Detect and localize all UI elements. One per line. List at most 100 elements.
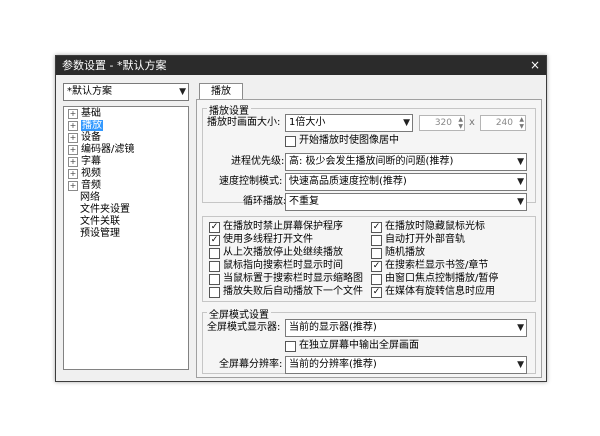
monitor-select[interactable]: 当前的显示器(推荐) ▼ bbox=[285, 319, 527, 337]
expand-icon[interactable]: + bbox=[68, 169, 78, 179]
tree-item-label: 播放 bbox=[81, 120, 103, 131]
tree-item-label: 视频 bbox=[81, 168, 101, 179]
checkbox-box[interactable] bbox=[371, 273, 382, 285]
check-icon[interactable]: ✓ bbox=[371, 260, 382, 272]
check-icon[interactable]: ✓ bbox=[371, 286, 382, 298]
tree-item-label: 音频 bbox=[81, 180, 101, 191]
option-hide-cursor[interactable]: ✓ 在播放时隐藏鼠标光标 bbox=[371, 221, 485, 233]
tree-item-folders[interactable]: 文件夹设置 bbox=[80, 204, 130, 216]
checkbox-box[interactable] bbox=[209, 273, 220, 285]
times-sign: x bbox=[469, 117, 475, 128]
chevron-down-icon: ▼ bbox=[517, 177, 524, 187]
height-value: 240 bbox=[495, 118, 513, 128]
checkbox-box[interactable] bbox=[285, 340, 296, 352]
chevron-down-icon: ▼ bbox=[517, 197, 524, 207]
option-resume-playback[interactable]: 从上次播放停止处继续播放 bbox=[209, 247, 343, 259]
tree-item-label: 预设管理 bbox=[80, 228, 120, 239]
checkbox-label: 由窗口焦点控制播放/暂停 bbox=[385, 273, 499, 284]
expand-icon[interactable]: + bbox=[68, 145, 78, 155]
checkbox-label: 鼠标指向搜索栏时显示时间 bbox=[223, 260, 343, 271]
title-bar[interactable]: 参数设置 - *默认方案 × bbox=[56, 56, 546, 75]
check-icon[interactable]: ✓ bbox=[371, 221, 382, 233]
center-image-checkbox[interactable]: 开始播放时使图像居中 bbox=[285, 135, 399, 147]
window-title: 参数设置 - *默认方案 bbox=[62, 59, 167, 72]
check-icon[interactable]: ✓ bbox=[209, 234, 220, 246]
expand-icon[interactable]: + bbox=[68, 133, 78, 143]
settings-tree[interactable]: + 基础 + 播放 + 设备 + 编码器/滤镜 + 字幕 + 视频 + 音频 网络 文件夹设置… bbox=[63, 106, 189, 370]
playback-group-title: 播放设置 bbox=[207, 102, 251, 117]
tree-item-video[interactable]: + 视频 bbox=[68, 168, 101, 180]
checkbox-label: 在媒体有旋转信息时应用 bbox=[385, 286, 495, 297]
checkbox-box[interactable] bbox=[371, 247, 382, 259]
option-focus-play-pause[interactable]: 由窗口焦点控制播放/暂停 bbox=[371, 273, 498, 285]
priority-label: 进程优先级: bbox=[231, 156, 285, 167]
tree-item-basic[interactable]: + 基础 bbox=[68, 108, 101, 120]
height-input[interactable]: 240 ▲ ▼ bbox=[480, 115, 526, 131]
resolution-select[interactable]: 当前的分辨率(推荐) ▼ bbox=[285, 356, 527, 374]
settings-panel: 播放设置 播放时画面大小: 1倍大小 ▼ 320 ▲ ▼ x 240 ▲ ▼ 开始播… bbox=[196, 99, 542, 378]
width-value: 320 bbox=[434, 118, 452, 128]
tree-item-audio[interactable]: + 音频 bbox=[68, 180, 101, 192]
checkbox-box[interactable] bbox=[209, 260, 220, 272]
check-icon[interactable]: ✓ bbox=[209, 221, 220, 233]
tree-item-subtitles[interactable]: + 字幕 bbox=[68, 156, 101, 168]
settings-window: 参数设置 - *默认方案 × *默认方案 ▼ + 基础 + 播放 + 设备 + 编码器/… bbox=[55, 55, 547, 382]
tree-item-label: 设备 bbox=[81, 132, 101, 143]
monitor-label: 全屏模式显示器: bbox=[207, 322, 281, 333]
checkbox-label: 随机播放 bbox=[385, 247, 425, 258]
spinner-icon[interactable]: ▲ ▼ bbox=[519, 116, 524, 130]
checkbox-label: 从上次播放停止处继续播放 bbox=[223, 247, 343, 258]
checkbox-label: 在播放时隐藏鼠标光标 bbox=[385, 221, 485, 232]
tree-item-label: 编码器/滤镜 bbox=[81, 144, 135, 155]
option-shuffle[interactable]: 随机播放 bbox=[371, 247, 425, 259]
spinner-icon[interactable]: ▲ ▼ bbox=[458, 116, 463, 130]
tree-item-device[interactable]: + 设备 bbox=[68, 132, 101, 144]
expand-icon[interactable]: + bbox=[68, 157, 78, 167]
tree-item-network[interactable]: 网络 bbox=[80, 192, 100, 204]
tree-item-file-association[interactable]: 文件关联 bbox=[80, 216, 120, 228]
size-label: 播放时画面大小: bbox=[207, 117, 281, 128]
option-seekbar-time[interactable]: 鼠标指向搜索栏时显示时间 bbox=[209, 260, 343, 272]
size-select[interactable]: 1倍大小 ▼ bbox=[285, 114, 413, 132]
checkbox-label: 自动打开外部音轨 bbox=[385, 234, 465, 245]
checkbox-box[interactable] bbox=[371, 234, 382, 246]
chevron-down-icon: ▼ bbox=[517, 360, 524, 370]
loop-select-value: 不重复 bbox=[289, 196, 319, 207]
speed-select-value: 快速高品质速度控制(推荐) bbox=[289, 176, 407, 187]
speed-select[interactable]: 快速高品质速度控制(推荐) ▼ bbox=[285, 173, 527, 191]
checkbox-label: 当鼠标置于搜索栏时显示缩略图 bbox=[223, 273, 363, 284]
chevron-down-icon: ▼ bbox=[517, 323, 524, 333]
expand-icon[interactable]: + bbox=[68, 121, 78, 131]
expand-icon[interactable]: + bbox=[68, 181, 78, 191]
checkbox-label: 开始播放时使图像居中 bbox=[299, 135, 399, 146]
profile-select-value: *默认方案 bbox=[67, 86, 112, 97]
priority-select[interactable]: 高: 极少会发生播放间断的问题(推荐) ▼ bbox=[285, 153, 527, 171]
checkbox-label: 在播放时禁止屏幕保护程序 bbox=[223, 221, 343, 232]
tree-item-presets[interactable]: 预设管理 bbox=[80, 228, 120, 240]
profile-select[interactable]: *默认方案 ▼ bbox=[63, 83, 189, 101]
monitor-select-value: 当前的显示器(推荐) bbox=[289, 322, 377, 333]
checkbox-box[interactable] bbox=[285, 135, 296, 147]
option-disable-screensaver[interactable]: ✓ 在播放时禁止屏幕保护程序 bbox=[209, 221, 343, 233]
option-seekbar-bookmarks[interactable]: ✓ 在搜索栏显示书签/章节 bbox=[371, 260, 488, 272]
checkbox-box[interactable] bbox=[209, 247, 220, 259]
tree-item-codecs[interactable]: + 编码器/滤镜 bbox=[68, 144, 134, 156]
width-input[interactable]: 320 ▲ ▼ bbox=[419, 115, 465, 131]
separate-screen-checkbox[interactable]: 在独立屏幕中输出全屏画面 bbox=[285, 340, 419, 352]
option-multithread-open[interactable]: ✓ 使用多线程打开文件 bbox=[209, 234, 313, 246]
option-external-audio[interactable]: 自动打开外部音轨 bbox=[371, 234, 465, 246]
tab-playback[interactable]: 播放 bbox=[199, 83, 243, 100]
tree-item-label: 基础 bbox=[81, 108, 101, 119]
checkbox-box[interactable] bbox=[209, 286, 220, 298]
chevron-down-icon: ▼ bbox=[179, 87, 186, 97]
expand-icon[interactable]: + bbox=[68, 109, 78, 119]
close-button[interactable]: × bbox=[528, 58, 542, 72]
loop-select[interactable]: 不重复 ▼ bbox=[285, 193, 527, 211]
tree-item-playback[interactable]: + 播放 bbox=[68, 120, 103, 132]
checkbox-label: 在搜索栏显示书签/章节 bbox=[385, 260, 489, 271]
resolution-select-value: 当前的分辨率(推荐) bbox=[289, 359, 377, 370]
option-seekbar-thumbnail[interactable]: 当鼠标置于搜索栏时显示缩略图 bbox=[209, 273, 363, 285]
option-autoplay-next[interactable]: 播放失败后自动播放下一个文件 bbox=[209, 286, 363, 298]
priority-select-value: 高: 极少会发生播放间断的问题(推荐) bbox=[289, 156, 454, 167]
option-apply-rotation[interactable]: ✓ 在媒体有旋转信息时应用 bbox=[371, 286, 495, 298]
